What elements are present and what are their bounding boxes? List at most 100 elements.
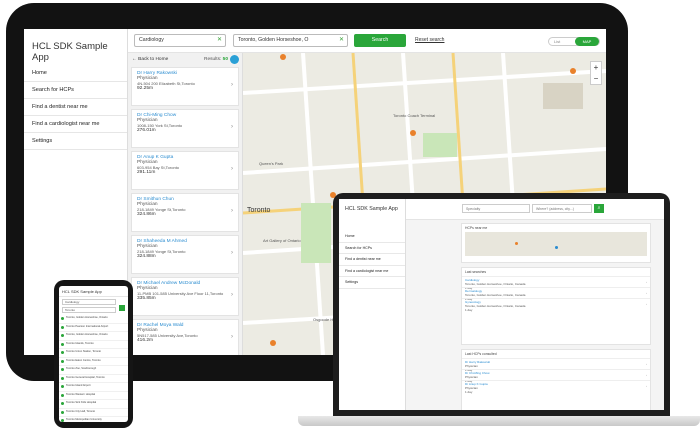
suggestion-item[interactable]: Toronto Islands, Toronto	[59, 341, 128, 349]
clear-icon[interactable]: ✕	[217, 35, 222, 46]
suggestion-item[interactable]: Toronto, Golden Horseshoe, Ontario	[59, 315, 128, 324]
chevron-right-icon: ›	[646, 384, 647, 388]
zoom-control[interactable]: + −	[590, 61, 602, 85]
laptop-nav-cardiologist[interactable]: Find a cardiologist near me	[339, 266, 405, 277]
hcp-card[interactable]: Dr Anup K Gupta Physician 603-954 Bay St,T…	[131, 151, 239, 190]
suggestion-item[interactable]: Toronto Eaton Centre, Toronto	[59, 358, 128, 366]
hcp-card[interactable]: Dr Michael Andrew McDonald Physician 11-PM…	[131, 277, 239, 316]
specialty-value: Cardiology	[139, 37, 164, 43]
phone-screen: HCL SDK Sample App Cardiology Toronto To…	[59, 286, 128, 422]
laptop-nav-home[interactable]: Home	[339, 231, 405, 243]
suggestion-item[interactable]: Toronto, Golden Horseshoe, Ontario	[59, 332, 128, 341]
chevron-right-icon: ›	[646, 302, 647, 306]
laptop-sidebar: HCL SDK Sample App Home Search for HCPs …	[339, 199, 406, 410]
cards: Dr Harry Rakowski Physician 4N-504 200 Eli…	[128, 67, 242, 355]
clear-icon[interactable]: ✕	[339, 35, 344, 46]
results-list: ← Back to Home Results: 50 Dr Harry Rako…	[128, 53, 243, 355]
nav-settings[interactable]: Settings	[24, 133, 127, 150]
suggestion-item[interactable]: Toronto Sick Kids Hospital	[59, 400, 128, 409]
results-count: Results: 50	[203, 57, 228, 62]
map-label: Queen's Park	[259, 161, 284, 166]
zoom-in-icon[interactable]: +	[591, 62, 601, 73]
map-pin-icon	[515, 242, 518, 245]
map-label: Art Gallery of Ontario	[263, 238, 301, 243]
hcp-distance: 335.85m	[137, 296, 156, 301]
suggestion-item[interactable]: Toronto Metropolitan University	[59, 417, 128, 422]
hcp-card[interactable]: Dr Shaheeda M Ahmed Physician 218-1849 Yon…	[131, 235, 239, 274]
phone-location-input[interactable]: Toronto	[62, 307, 116, 313]
list-item[interactable]: Dr Anup K Gupta Physician 1 day ›	[462, 380, 650, 394]
laptop-search-bar: Specialty Where? (address, city...) ⌕	[406, 199, 664, 220]
device-mockup: HCL SDK Sample App Home Search for HCPs …	[0, 0, 700, 428]
laptop-device: HCL SDK Sample App Home Search for HCPs …	[333, 193, 670, 416]
phone-suggestion-list: Toronto, Golden Horseshoe, Ontario Toront…	[59, 315, 128, 422]
toggle-list-label[interactable]: List	[554, 39, 560, 44]
hcp-distance: 324.88m	[137, 254, 156, 259]
chevron-right-icon: ›	[231, 250, 233, 256]
nav-find-dentist[interactable]: Find a dentist near me	[24, 99, 127, 116]
hcp-card[interactable]: Dr Harry Rakowski Physician 4N-504 200 Eli…	[131, 67, 239, 106]
phone-app-title: HCL SDK Sample App	[59, 286, 128, 297]
hcp-card[interactable]: Dr Smithun Chun Physician 218-1849 Yonge S…	[131, 193, 239, 232]
map-label: Toronto Coach Terminal	[393, 113, 436, 118]
last-searches-title: Last searches	[465, 270, 487, 274]
hcps-near-me-title: HCPs near me	[465, 226, 488, 230]
laptop-nav-settings[interactable]: Settings	[339, 277, 405, 289]
nav-search-hcps[interactable]: Search for HCPs	[24, 82, 127, 99]
phone-specialty-input[interactable]: Cardiology	[62, 299, 116, 305]
app-title: HCL SDK Sample App	[32, 41, 108, 63]
suggestion-item[interactable]: Toronto Western Hospital	[59, 392, 128, 400]
nav-home[interactable]: Home	[24, 65, 127, 82]
suggestion-item[interactable]: Toronto Zoo, Scarborough	[59, 366, 128, 375]
hcp-card[interactable]: Dr Rachel Moya Wald Physician 5N517-585 Un…	[131, 319, 239, 355]
laptop-nav-dentist[interactable]: Find a dentist near me	[339, 254, 405, 266]
suggestion-item[interactable]: Toronto Pearson International Airport	[59, 324, 128, 332]
suggestion-item[interactable]: Toronto City Hall, Toronto	[59, 409, 128, 417]
reset-search-link[interactable]: Reset search	[415, 37, 444, 43]
last-consulted-list: Dr Harry Rakowski Physician 1 day › Dr Chi-M…	[462, 358, 650, 394]
list-item[interactable]: Dermatology Toronto, Golden Horseshoe, On…	[462, 287, 650, 301]
toggle-map-label[interactable]: MAP	[575, 37, 599, 46]
chevron-right-icon: ›	[646, 362, 647, 366]
list-map-toggle[interactable]: List MAP	[548, 37, 600, 46]
list-item[interactable]: Dr Chi-Ming Chow Physician 1 day ›	[462, 369, 650, 383]
list-header: ← Back to Home Results: 50	[128, 53, 242, 67]
zoom-out-icon[interactable]: −	[591, 73, 601, 84]
location-input[interactable]: Toronto, Golden Horseshoe, O ✕	[233, 34, 348, 47]
mini-map[interactable]	[465, 232, 647, 256]
phone-device: HCL SDK Sample App Cardiology Toronto To…	[54, 280, 133, 428]
chevron-right-icon: ›	[231, 208, 233, 214]
hcp-card[interactable]: Dr Chi-Ming Chow Physician 1008-150 York S…	[131, 109, 239, 148]
chevron-right-icon: ›	[646, 280, 647, 284]
laptop-search-button[interactable]: ⌕	[594, 204, 604, 213]
laptop-location-input[interactable]: Where? (address, city...)	[532, 204, 592, 213]
list-item[interactable]: Gynecology Toronto, Golden Horseshoe, Ont…	[462, 298, 650, 312]
list-item[interactable]: Dr Harry Rakowski Physician 1 day ›	[462, 358, 650, 372]
hcp-distance: 324.86m	[137, 212, 156, 217]
specialty-input[interactable]: Cardiology ✕	[134, 34, 226, 47]
location-value: Toronto, Golden Horseshoe, O	[238, 37, 309, 43]
suggestion-item[interactable]: Toronto General Hospital, Toronto	[59, 375, 128, 383]
search-button[interactable]: Search	[354, 34, 406, 47]
item-time: 1 day	[465, 308, 473, 312]
hcp-distance: 416.2m	[137, 338, 153, 343]
chevron-right-icon: ›	[646, 373, 647, 377]
suggestion-item[interactable]: Toronto Union Station, Toronto	[59, 349, 128, 358]
laptop-nav-search[interactable]: Search for HCPs	[339, 243, 405, 254]
chevron-right-icon: ›	[231, 292, 233, 298]
laptop-base	[298, 416, 700, 426]
laptop-specialty-input[interactable]: Specialty	[462, 204, 530, 213]
nav-find-cardiologist[interactable]: Find a cardiologist near me	[24, 116, 127, 133]
hcp-distance: 291.11m	[137, 170, 156, 175]
chevron-right-icon: ›	[231, 334, 233, 340]
back-link[interactable]: Back to Home	[138, 57, 168, 62]
chevron-right-icon: ›	[231, 124, 233, 130]
list-item[interactable]: Cardiology Toronto, Golden Horseshoe, Ont…	[462, 276, 650, 290]
laptop-screen: HCL SDK Sample App Home Search for HCPs …	[339, 199, 664, 410]
last-searches-list: Cardiology Toronto, Golden Horseshoe, Ont…	[462, 276, 650, 312]
search-bar: Cardiology ✕ Toronto, Golden Horseshoe, …	[128, 29, 606, 53]
last-consulted-panel: Last HCPs consulted Dr Harry Rakowski Phy…	[461, 349, 651, 410]
phone-search-button[interactable]	[119, 305, 125, 311]
sort-icon[interactable]	[230, 55, 239, 64]
suggestion-item[interactable]: Toronto Island Airport	[59, 383, 128, 392]
